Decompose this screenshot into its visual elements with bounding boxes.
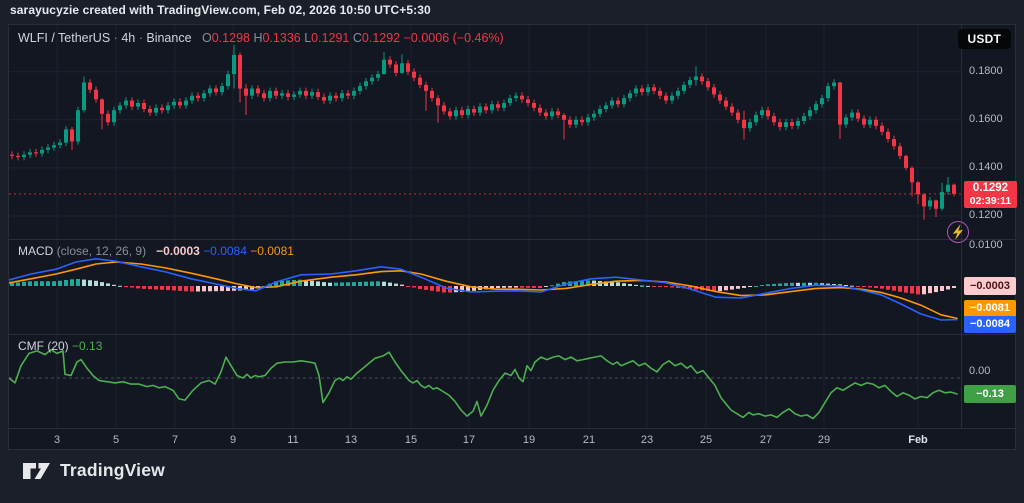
exchange-label: Binance	[146, 31, 192, 45]
close-value: 0.1292	[361, 31, 401, 45]
time-tick: 27	[759, 434, 773, 446]
open-label: O	[202, 31, 212, 45]
pane-separator-1[interactable]	[9, 239, 1017, 240]
pane-separator-2[interactable]	[9, 334, 1017, 335]
macd-title[interactable]: MACD	[18, 244, 53, 258]
time-tick: 17	[462, 434, 476, 446]
price-pane[interactable]	[9, 25, 961, 239]
time-tick: 21	[582, 434, 596, 446]
time-tick: 9	[229, 434, 237, 446]
low-value: 0.1291	[311, 31, 350, 45]
footer: TradingView	[22, 460, 165, 481]
price-tick: 0.1600	[969, 112, 1003, 125]
macd-signal-tag: −0.0081	[964, 300, 1016, 317]
price-tick: 0.1200	[969, 209, 1003, 221]
cmf-zero-tick: 0.00	[969, 365, 991, 377]
cmf-value: −0.13	[72, 339, 103, 353]
price-tick: 0.1400	[969, 160, 1003, 173]
symbol-title[interactable]: WLFI / TetherUS	[18, 31, 110, 45]
attribution-text: sarayucyzie created with TradingView.com…	[10, 3, 431, 17]
tradingview-logo-icon[interactable]	[22, 461, 51, 481]
time-tick: 11	[287, 434, 299, 446]
cmf-value-tag: −0.13	[964, 385, 1016, 403]
time-tick: Feb	[908, 434, 928, 446]
cmf-pane[interactable]	[9, 334, 961, 428]
last-price-label: 0.1292 02:39:11	[964, 180, 1017, 208]
cmf-title[interactable]: CMF (20)	[18, 339, 69, 353]
time-tick: 23	[640, 434, 654, 446]
high-value: 0.1336	[262, 31, 301, 45]
time-tick: 25	[699, 434, 713, 446]
time-tick: 7	[171, 434, 179, 446]
macd-signal-value: −0.0081	[250, 244, 294, 258]
time-tick: 3	[53, 434, 61, 446]
macd-line-value: −0.0084	[203, 244, 247, 258]
time-tick: 19	[522, 434, 536, 446]
macd-axis-tick: 0.0100	[969, 239, 1003, 251]
time-axis[interactable]: 3 5 7 9 11 13 15 17 19 21 23 25 27 29 Feb	[9, 428, 1017, 451]
macd-line-tag: −0.0084	[964, 316, 1016, 333]
symbol-legend: WLFI / TetherUS · 4h · Binance O0.1298 H…	[18, 31, 504, 45]
close-label: C	[352, 31, 362, 45]
cmf-legend: CMF (20) −0.13	[18, 339, 102, 353]
time-tick: 15	[404, 434, 418, 446]
price-tick: 0.1800	[969, 64, 1003, 77]
tradingview-logo-text[interactable]: TradingView	[60, 460, 165, 481]
price-axis[interactable]: 0.1292 02:39:11 0.0100 −0.0003 −0.0081 −…	[961, 25, 1017, 428]
macd-hist-value: −0.0003	[156, 244, 200, 258]
time-tick: 13	[344, 434, 358, 446]
macd-legend: MACD (close, 12, 26, 9) −0.0003 −0.0084 …	[18, 244, 294, 258]
interval-label[interactable]: 4h	[121, 31, 135, 45]
chart-panel: WLFI / TetherUS · 4h · Binance O0.1298 H…	[8, 24, 1017, 451]
macd-hist-tag: −0.0003	[964, 277, 1016, 295]
time-tick: 5	[112, 434, 120, 446]
tradingview-screenshot: { "attribution": "sarayucyzie created wi…	[0, 0, 1024, 503]
time-tick: 29	[817, 434, 831, 446]
bar-countdown: 02:39:11	[969, 194, 1012, 207]
open-value: 0.1298	[211, 31, 250, 45]
change-value: −0.0006 (−0.46%)	[403, 31, 504, 45]
currency-button[interactable]: USDT	[957, 29, 1011, 49]
